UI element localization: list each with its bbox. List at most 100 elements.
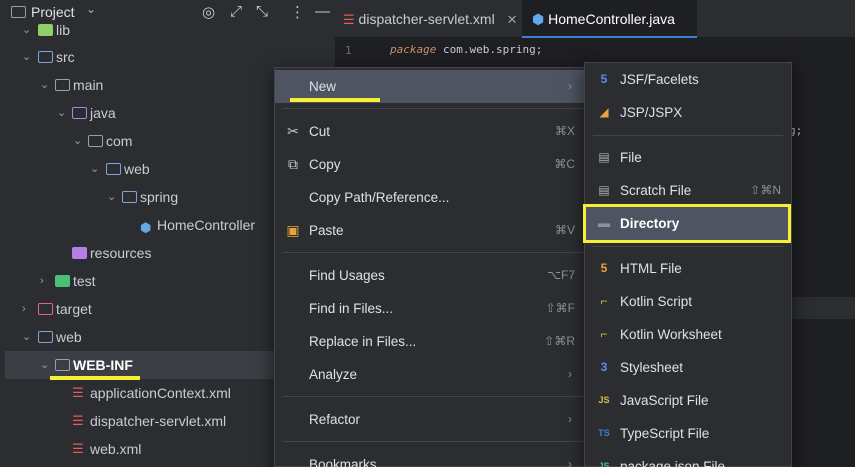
menu-item-label: Replace in Files... bbox=[309, 334, 417, 349]
menu-item-bookmarks[interactable]: Bookmarks › bbox=[275, 448, 589, 467]
chevron-down-icon[interactable]: ⌄ bbox=[107, 183, 119, 211]
chevron-down-icon[interactable]: ⌄ bbox=[57, 99, 69, 127]
tree-label: target bbox=[56, 301, 92, 317]
java-folder-icon bbox=[72, 107, 87, 119]
menu-separator bbox=[283, 396, 583, 397]
submenu-item-typescript-file[interactable]: TS TypeScript File bbox=[585, 417, 791, 450]
menu-item-find-in-files[interactable]: Find in Files... ⇧⌘F bbox=[275, 292, 589, 325]
submenu-item-label: package.json File bbox=[620, 459, 726, 467]
web-folder-icon bbox=[38, 331, 53, 343]
submenu-item-label: JSP/JSPX bbox=[620, 105, 683, 120]
tree-row-lib[interactable]: ⌄ lib bbox=[0, 16, 335, 44]
menu-item-label: Copy Path/Reference... bbox=[309, 190, 450, 205]
menu-item-analyze[interactable]: Analyze › bbox=[275, 358, 589, 391]
editor-tabs: ☰ dispatcher-servlet.xml ✕ ⬢ HomeControl… bbox=[335, 0, 855, 38]
submenu-item-file[interactable]: ▤ File bbox=[585, 141, 791, 174]
annotation-underline-web-inf bbox=[50, 376, 140, 380]
chevron-down-icon[interactable]: ⌄ bbox=[22, 16, 34, 44]
copy-icon: ⧉ bbox=[288, 156, 298, 172]
chevron-down-icon[interactable]: ⌄ bbox=[73, 127, 85, 155]
submenu-item-label: JavaScript File bbox=[620, 393, 709, 408]
annotation-underline-new bbox=[290, 98, 380, 102]
submenu-item-label: TypeScript File bbox=[620, 426, 710, 441]
xml-file-icon: ☰ bbox=[72, 413, 84, 428]
chevron-down-icon[interactable]: ⌄ bbox=[90, 155, 102, 183]
chevron-down-icon[interactable]: ⌄ bbox=[86, 2, 96, 16]
tree-label: web bbox=[124, 161, 150, 177]
menu-item-find-usages[interactable]: Find Usages ⌥F7 bbox=[275, 259, 589, 292]
chevron-right-icon: › bbox=[568, 367, 572, 381]
submenu-item-scratch-file[interactable]: ▤ Scratch File ⇧⌘N bbox=[585, 174, 791, 207]
submenu-item-kotlin-worksheet[interactable]: ⌐ Kotlin Worksheet bbox=[585, 318, 791, 351]
menu-item-copy-path[interactable]: Copy Path/Reference... bbox=[275, 181, 589, 214]
submenu-item-stylesheet[interactable]: 3 Stylesheet bbox=[585, 351, 791, 384]
tree-label: lib bbox=[56, 22, 71, 38]
jsp-icon: ◢ bbox=[599, 105, 609, 119]
code-keyword: package bbox=[390, 43, 437, 56]
submenu-item-label: File bbox=[620, 150, 642, 165]
package-icon bbox=[88, 135, 103, 147]
tree-label: WEB-INF bbox=[73, 357, 133, 373]
shortcut-label: ⇧⌘F bbox=[545, 301, 575, 315]
excluded-folder-icon bbox=[38, 303, 53, 315]
java-class-icon: ⬢ bbox=[532, 11, 545, 27]
code-line[interactable]: package com.web.spring; bbox=[390, 43, 542, 56]
chevron-right-icon[interactable]: › bbox=[40, 267, 52, 295]
xml-file-icon: ☰ bbox=[343, 12, 355, 27]
css3-icon: 3 bbox=[600, 360, 608, 374]
close-icon[interactable]: ✕ bbox=[507, 12, 518, 27]
typescript-icon: TS bbox=[598, 428, 610, 438]
annotation-box-directory bbox=[583, 204, 791, 243]
chevron-down-icon[interactable]: ⌄ bbox=[40, 71, 52, 99]
code-text: com.web.spring; bbox=[442, 43, 543, 56]
submenu-item-jsf-facelets[interactable]: 5 JSF/Facelets bbox=[585, 63, 791, 96]
shortcut-label: ⌥F7 bbox=[547, 268, 575, 282]
menu-separator bbox=[593, 246, 783, 247]
test-folder-icon bbox=[55, 275, 70, 287]
chevron-right-icon: › bbox=[568, 412, 572, 426]
submenu-item-label: Scratch File bbox=[620, 183, 692, 198]
menu-item-label: Refactor bbox=[309, 412, 361, 427]
folder-icon bbox=[55, 79, 70, 91]
menu-item-label: Copy bbox=[309, 157, 341, 172]
chevron-down-icon[interactable]: ⌄ bbox=[22, 323, 34, 351]
chevron-right-icon[interactable]: › bbox=[22, 295, 34, 323]
menu-item-paste[interactable]: ▣ Paste ⌘V bbox=[275, 214, 589, 247]
chevron-down-icon[interactable]: ⌄ bbox=[22, 43, 34, 71]
xml-file-icon: ☰ bbox=[72, 385, 84, 400]
chevron-down-icon[interactable]: ⌄ bbox=[40, 351, 52, 379]
tree-label: applicationContext.xml bbox=[90, 385, 231, 401]
clipboard-icon: ▣ bbox=[286, 222, 300, 238]
chevron-right-icon: › bbox=[568, 79, 572, 93]
scratch-file-icon: ▤ bbox=[598, 183, 610, 197]
menu-item-cut[interactable]: ✂ Cut ⌘X bbox=[275, 115, 589, 148]
submenu-item-javascript-file[interactable]: JS JavaScript File bbox=[585, 384, 791, 417]
package-icon bbox=[122, 191, 137, 203]
tab-dispatcher-servlet[interactable]: ☰ dispatcher-servlet.xml ✕ bbox=[343, 0, 526, 38]
tree-label: src bbox=[56, 49, 75, 65]
menu-separator bbox=[283, 252, 583, 253]
submenu-item-kotlin-script[interactable]: ⌐ Kotlin Script bbox=[585, 285, 791, 318]
menu-item-replace-in-files[interactable]: Replace in Files... ⇧⌘R bbox=[275, 325, 589, 358]
kotlin-script-icon: ⌐ bbox=[600, 294, 608, 308]
tree-label: main bbox=[73, 77, 104, 93]
menu-item-label: Analyze bbox=[309, 367, 358, 382]
folder-icon bbox=[55, 359, 70, 371]
submenu-item-html-file[interactable]: 5 HTML File bbox=[585, 252, 791, 285]
submenu-item-package-json[interactable]: JS package.json File bbox=[585, 450, 791, 467]
java-class-icon: ⬢ bbox=[140, 220, 152, 235]
editor-current-line bbox=[790, 297, 855, 319]
menu-separator bbox=[283, 441, 583, 442]
submenu-item-label: Kotlin Script bbox=[620, 294, 693, 309]
menu-item-label: Paste bbox=[309, 223, 344, 238]
tree-label: spring bbox=[140, 189, 179, 205]
xml-file-icon: ☰ bbox=[72, 441, 84, 456]
submenu-item-label: Kotlin Worksheet bbox=[620, 327, 722, 342]
tree-label: resources bbox=[90, 245, 152, 261]
tree-label: dispatcher-servlet.xml bbox=[90, 413, 227, 429]
tab-homecontroller[interactable]: ⬢ HomeController.java bbox=[522, 0, 697, 38]
menu-item-copy[interactable]: ⧉ Copy ⌘C bbox=[275, 148, 589, 181]
menu-item-refactor[interactable]: Refactor › bbox=[275, 403, 589, 436]
submenu-item-jsp-jspx[interactable]: ◢ JSP/JSPX bbox=[585, 96, 791, 129]
menu-item-label: Find in Files... bbox=[309, 301, 394, 316]
